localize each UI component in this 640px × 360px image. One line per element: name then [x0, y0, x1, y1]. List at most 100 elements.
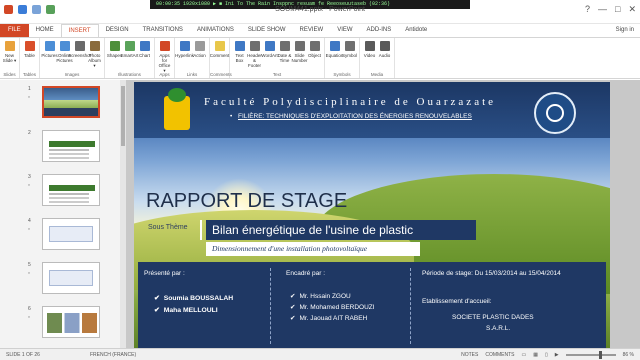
- zoom-knob[interactable]: [598, 350, 602, 359]
- ribbon-group-label: Symbols: [333, 72, 351, 77]
- comments-button[interactable]: COMMENTS: [485, 352, 514, 358]
- palm-tree-icon: [168, 88, 186, 102]
- audio-icon: [379, 41, 390, 51]
- tab-slide-show[interactable]: SLIDE SHOW: [241, 24, 293, 37]
- tab-review[interactable]: REVIEW: [293, 24, 331, 37]
- text-box-icon: [234, 41, 245, 51]
- slide-sorter-icon[interactable]: ▦: [533, 352, 538, 358]
- status-right-controls: NOTES COMMENTS ▭ ▦ ▯ ▶ 86 %: [461, 350, 634, 359]
- help-button[interactable]: ?: [585, 4, 590, 15]
- tab-animations[interactable]: ANIMATIONS: [190, 24, 241, 37]
- thumbnail-preview: [42, 174, 100, 206]
- tab-file[interactable]: FILE: [0, 24, 29, 37]
- ribbon-group-label: Slides: [3, 72, 16, 77]
- slide-thumbnail[interactable]: 3 *: [0, 172, 126, 212]
- slide-thumbnail[interactable]: 2: [0, 128, 126, 168]
- apps-icon: [159, 41, 170, 51]
- chart-icon: [139, 41, 150, 51]
- check-icon: ✔: [290, 293, 296, 300]
- theme-title: Bilan énergétique de l'usine de plastic: [206, 220, 476, 240]
- thumbnail-preview: [42, 130, 100, 162]
- online-pictures-icon: [59, 41, 70, 51]
- ribbon-group-media: Video Audio Media: [360, 38, 395, 78]
- student-name: ✔ Soumia BOUSSALAH: [154, 295, 234, 302]
- sign-in-link[interactable]: Sign in: [616, 24, 634, 37]
- ribbon-group-label: Apps: [159, 72, 170, 77]
- filiere-text: FILIÈRE: TECHNIQUES D'EXPLOITATION DES É…: [238, 113, 472, 120]
- tab-insert[interactable]: INSERT: [60, 24, 99, 37]
- ribbon-group-text: Text Box Header & Footer WordArt Date & Tim…: [230, 38, 325, 78]
- ribbon-button-label: Slide Number: [291, 53, 308, 63]
- ribbon-button-label: Comment: [209, 53, 230, 58]
- slide-thumbnails-pane: 1 * 2 3 * 4 * 5 * 6 *: [0, 80, 126, 348]
- tab-view[interactable]: VIEW: [330, 24, 359, 37]
- tab-antidote[interactable]: Antidote: [398, 24, 434, 37]
- tab-design[interactable]: DESIGN: [99, 24, 136, 37]
- ribbon-group-label: Tables: [22, 72, 36, 77]
- close-button[interactable]: ✕: [628, 4, 636, 15]
- thumbnail-number: 3: [28, 174, 31, 180]
- language-indicator[interactable]: FRENCH (FRANCE): [90, 352, 136, 358]
- symbol-icon: [344, 41, 355, 51]
- ribbon-button-label: Header & Footer: [247, 53, 262, 68]
- tab-add-ins[interactable]: ADD-INS: [360, 24, 399, 37]
- ribbon-group-links: Hyperlink Action Links: [175, 38, 210, 78]
- ribbon-button-label: New Slide ▾: [2, 53, 17, 63]
- equation-icon: [329, 41, 340, 51]
- sous-theme-label: Sous Thème: [148, 224, 188, 231]
- slide-thumbnail[interactable]: 5 *: [0, 260, 126, 300]
- thumbnails-scroll-thumb[interactable]: [121, 86, 125, 146]
- ribbon-group-label: Images: [64, 72, 80, 77]
- tab-transitions[interactable]: TRANSITIONS: [136, 24, 190, 37]
- ribbon-group-label: Links: [186, 72, 198, 77]
- slide-thumbnail[interactable]: 6 *: [0, 304, 126, 344]
- animation-star-icon: *: [28, 228, 30, 234]
- establishment-type: S.A.R.L.: [486, 325, 511, 332]
- ribbon-button-label: Equation: [325, 53, 344, 58]
- wordart-icon: [264, 41, 275, 51]
- slide-thumbnail[interactable]: 4 *: [0, 216, 126, 256]
- date-time-icon: [279, 41, 290, 51]
- slide-thumbnail[interactable]: 1 *: [0, 84, 126, 124]
- ribbon-group-label: Illustrations: [118, 72, 141, 77]
- supervisor-name: ✔ Mr. Mohamed BERDOUZI: [290, 304, 375, 311]
- maximize-button[interactable]: □: [615, 4, 620, 15]
- animation-star-icon: *: [28, 316, 30, 322]
- thumbnail-number: 6: [28, 306, 31, 312]
- zoom-level[interactable]: 86 %: [623, 352, 634, 358]
- thumbnail-preview: [42, 218, 100, 250]
- tab-home[interactable]: HOME: [29, 24, 61, 37]
- normal-view-icon[interactable]: ▭: [522, 352, 527, 358]
- action-icon: [194, 41, 205, 51]
- thumbnail-number: 5: [28, 262, 31, 268]
- object-icon: [309, 41, 320, 51]
- video-icon: [364, 41, 375, 51]
- column-divider: [270, 268, 271, 344]
- title-bar: 00:00:35 1920x1080 ▶ ■ Ini To The Rain I…: [0, 0, 640, 24]
- pictures-icon: [44, 41, 55, 51]
- check-icon: ✔: [290, 315, 296, 322]
- ribbon-button-label: Pictures: [41, 53, 58, 58]
- table-icon: [24, 41, 35, 51]
- ribbon-group-label: Comments: [210, 72, 232, 77]
- animation-star-icon: *: [28, 184, 30, 190]
- zoom-slider[interactable]: [565, 350, 616, 359]
- slide-counter: SLIDE 1 OF 26: [6, 352, 40, 358]
- minimize-button[interactable]: —: [598, 4, 607, 15]
- ribbon-group-symbols: Equation Symbol Symbols: [325, 38, 360, 78]
- ribbon-group-slides: New Slide ▾ Slides: [0, 38, 20, 78]
- presented-by-label: Présenté par :: [144, 270, 185, 277]
- notes-button[interactable]: NOTES: [461, 352, 478, 358]
- seal-emblem-icon: [546, 104, 564, 122]
- thumbnail-number: 2: [28, 130, 31, 136]
- slideshow-icon[interactable]: ▶: [555, 352, 559, 358]
- supervisor-name: ✔ Mr. Hssain ZGOU: [290, 293, 351, 300]
- shapes-icon: [109, 41, 120, 51]
- ribbon-button-label: Text Box: [235, 53, 244, 63]
- current-slide[interactable]: Faculté Polydisciplinaire de Ouarzazate …: [134, 82, 610, 348]
- ribbon-button-label: WordArt: [261, 53, 278, 58]
- faculty-name: Faculté Polydisciplinaire de Ouarzazate: [204, 96, 497, 108]
- reading-view-icon[interactable]: ▯: [545, 352, 548, 358]
- ribbon-group-apps: Apps for Office ▾ Apps: [155, 38, 175, 78]
- slide-title: RAPPORT DE STAGE: [146, 190, 348, 212]
